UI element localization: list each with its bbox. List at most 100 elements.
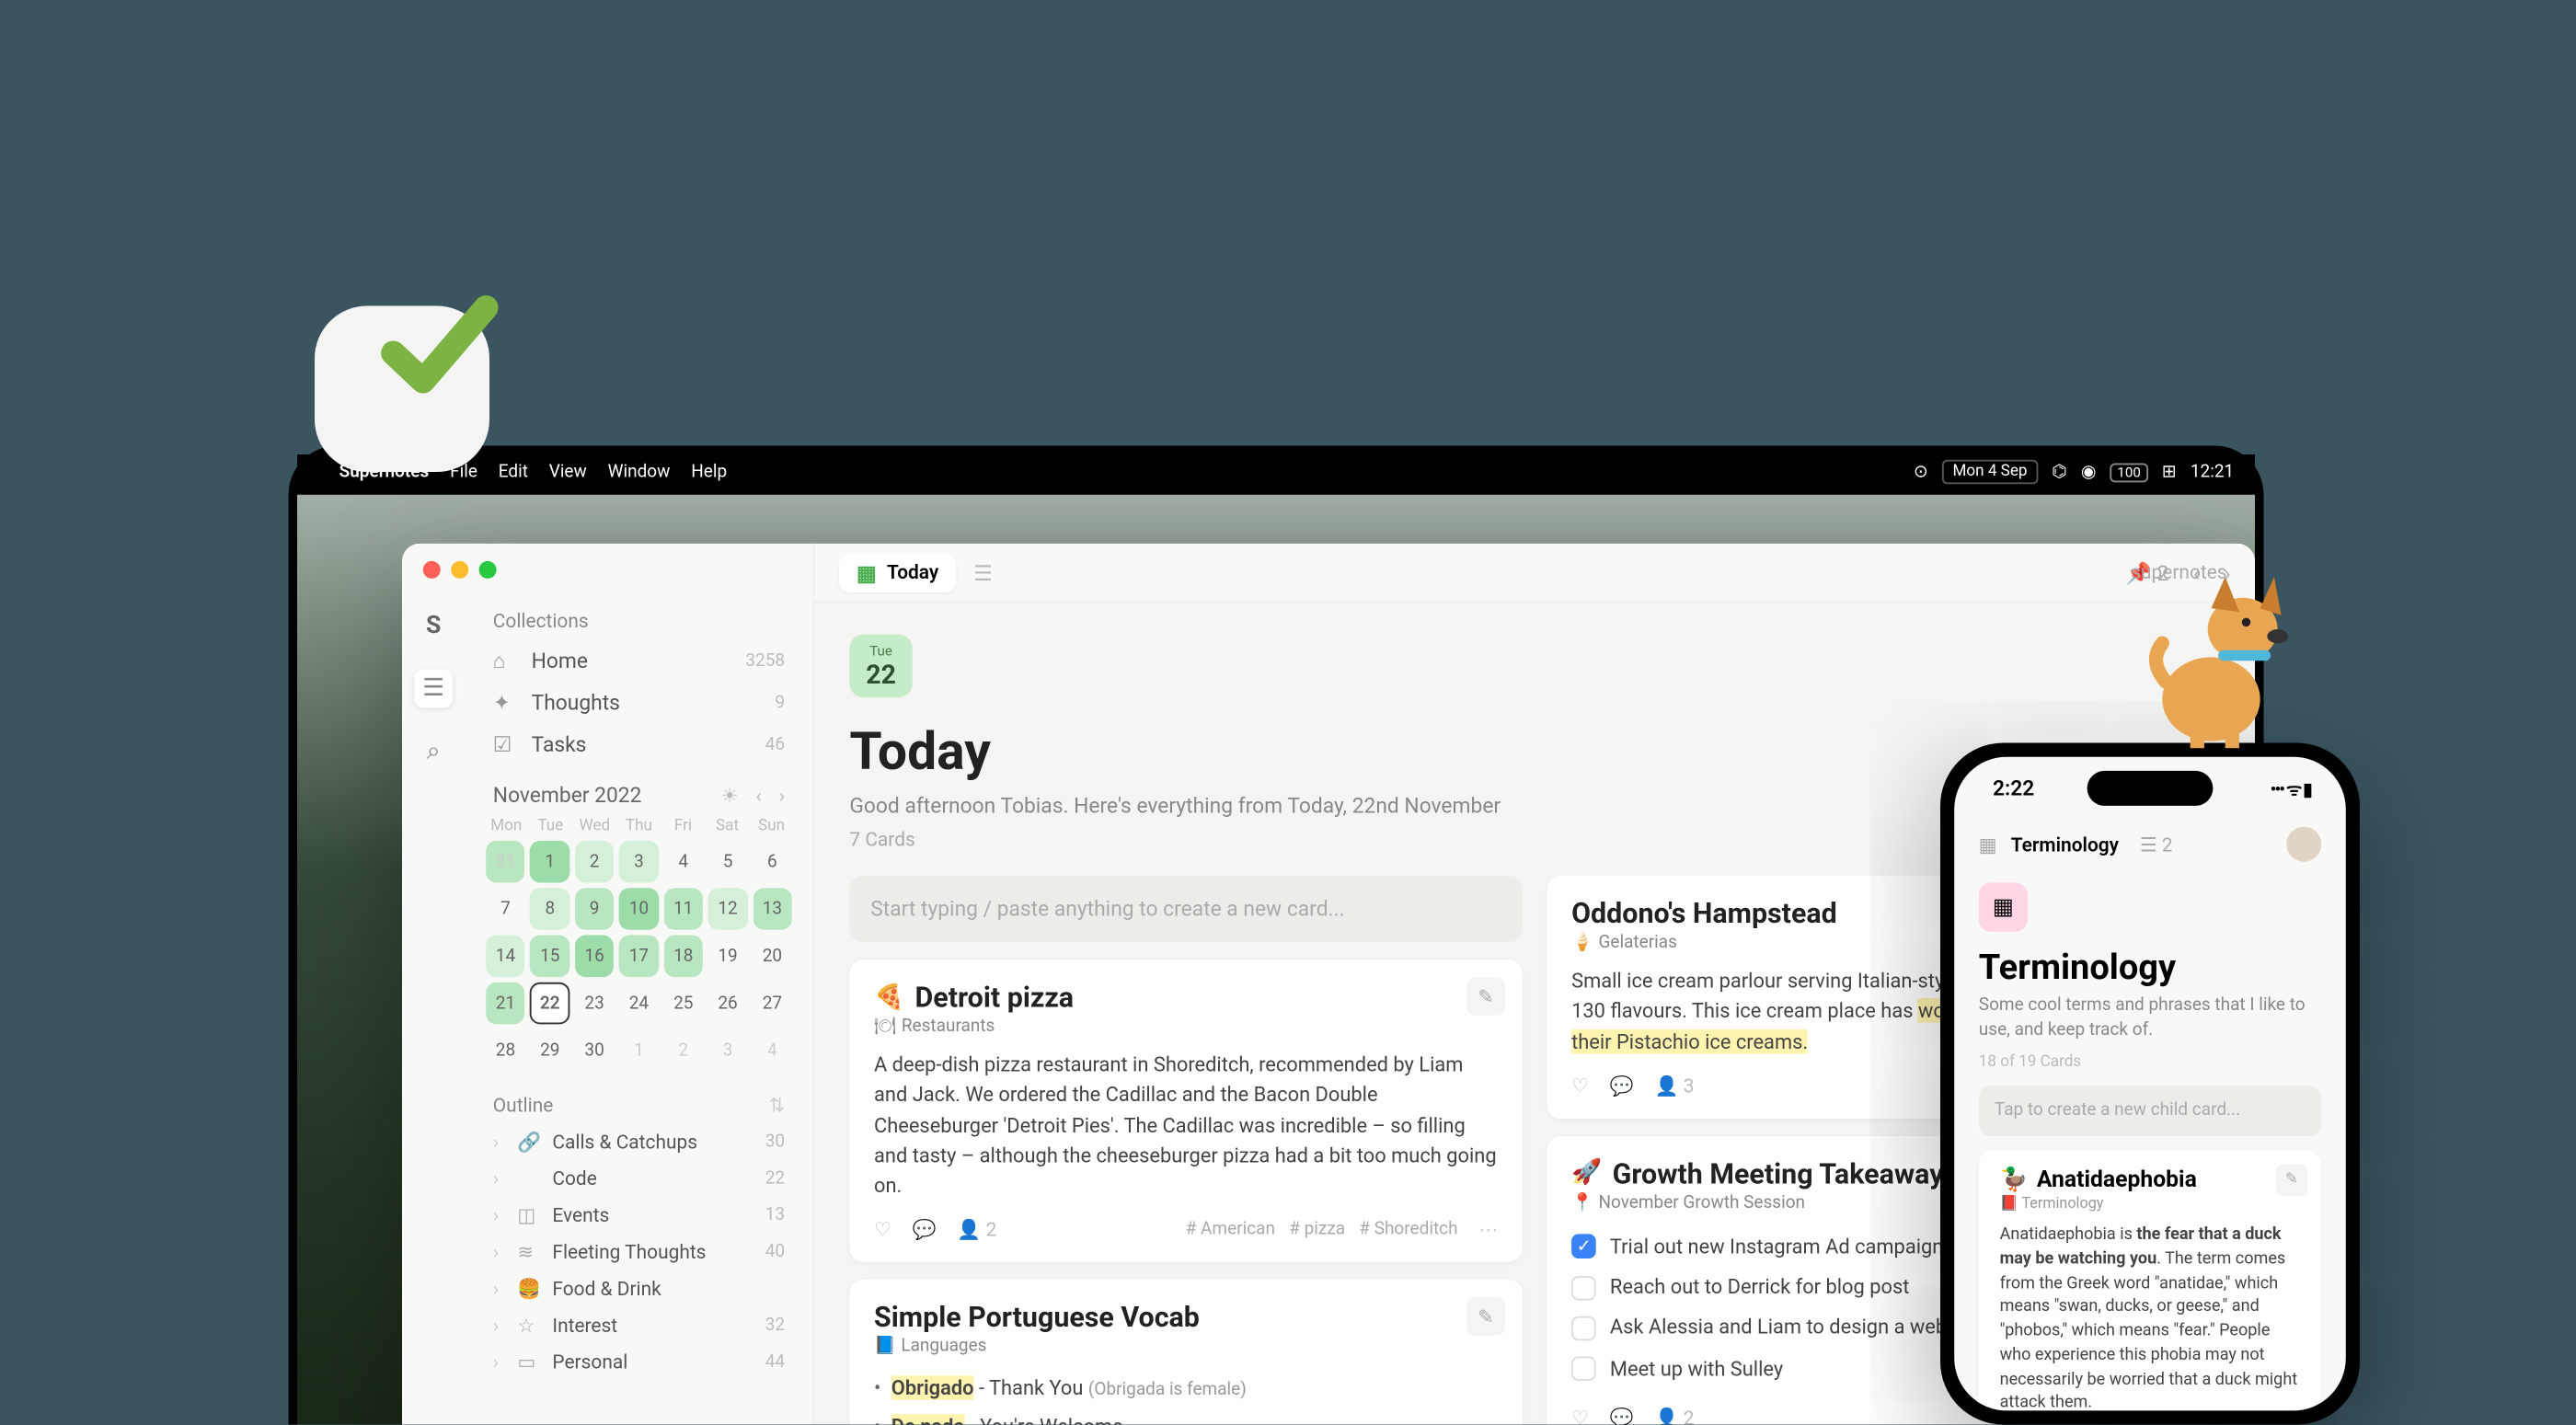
outline-sort-icon[interactable]: ⇅ [769, 1094, 786, 1117]
outline-item[interactable]: ›🍔Food & Drink [482, 1270, 795, 1307]
comment-icon[interactable]: 💬 [913, 1219, 937, 1242]
menubar-date[interactable]: Mon 4 Sep [1942, 460, 2038, 485]
filter-icon[interactable]: ☰ [973, 560, 992, 585]
more-icon[interactable]: ⋯ [1478, 1219, 1498, 1242]
breadcrumb-today[interactable]: ▦ Today [839, 553, 956, 592]
avatar[interactable] [2286, 827, 2321, 862]
members-icon[interactable]: 👤 3 [1654, 1074, 1694, 1097]
calendar-day[interactable]: 3 [708, 1029, 748, 1072]
rail-list-icon[interactable]: ☰ [414, 670, 453, 708]
menu-help[interactable]: Help [691, 463, 727, 482]
heart-icon[interactable]: ♡ [1571, 1074, 1589, 1097]
bluetooth-icon[interactable]: ⌬ [2052, 463, 2067, 482]
calendar-day[interactable]: 6 [753, 841, 792, 883]
calendar-day[interactable]: 23 [575, 983, 615, 1025]
edit-icon[interactable]: ✎ [1466, 977, 1505, 1016]
menubar-spotlight-icon[interactable]: ⊙ [1914, 463, 1928, 482]
phone-header-title[interactable]: Terminology [2011, 833, 2119, 856]
calendar-day[interactable]: 16 [575, 936, 615, 978]
sidebar-item-tasks[interactable]: ☑Tasks46 [482, 724, 795, 766]
calendar-day[interactable]: 12 [708, 888, 748, 930]
card-parent[interactable]: Gelaterias [1598, 934, 1676, 953]
menu-window[interactable]: Window [608, 463, 671, 482]
card-parent[interactable]: Restaurants [902, 1017, 995, 1037]
control-center-icon[interactable]: ⊞ [2162, 463, 2177, 482]
calendar-day[interactable]: 3 [619, 841, 659, 883]
card-detroit-pizza[interactable]: ✎ 🍕Detroit pizza 🍽Restaurants A deep-dis… [849, 960, 1523, 1262]
calendar-day[interactable]: 7 [486, 888, 525, 930]
calendar-day[interactable]: 20 [753, 936, 792, 978]
tag[interactable]: # Shoreditch [1359, 1221, 1457, 1240]
calendar-day[interactable]: 30 [575, 1029, 615, 1072]
calendar-day[interactable]: 1 [531, 841, 570, 883]
checkbox[interactable] [1571, 1357, 1596, 1382]
new-card-input[interactable]: Start typing / paste anything to create … [849, 876, 1523, 942]
rail-logo-icon[interactable]: S [414, 606, 453, 645]
card-parent[interactable]: November Growth Session [1598, 1193, 1805, 1212]
rail-search-icon[interactable]: ⌕ [414, 732, 453, 771]
checkbox[interactable] [1571, 1235, 1596, 1259]
calendar-day[interactable]: 4 [663, 841, 703, 883]
calendar-day[interactable]: 5 [708, 841, 748, 883]
outline-item[interactable]: ›▭Personal44 [482, 1344, 795, 1381]
card-portuguese-vocab[interactable]: ✎ Simple Portuguese Vocab 📘Languages •Ob… [849, 1280, 1523, 1424]
calendar-day[interactable]: 29 [531, 1029, 570, 1072]
checkbox[interactable] [1571, 1275, 1596, 1300]
calendar-day[interactable]: 13 [753, 888, 792, 930]
card-parent[interactable]: Languages [901, 1338, 986, 1357]
calendar-day[interactable]: 25 [663, 983, 703, 1025]
phone-card-anatidaephobia[interactable]: ✎ 🦆Anatidaephobia 📕 Terminology Anatidae… [1979, 1150, 2321, 1410]
filter-icon[interactable]: ☰ 2 [2140, 833, 2173, 856]
outline-item[interactable]: ›Code22 [482, 1161, 795, 1198]
outline-item[interactable]: ›☆Interest32 [482, 1307, 795, 1344]
back-icon[interactable]: ▦ [1979, 833, 1997, 856]
outline-item[interactable]: ›≋Fleeting Thoughts40 [482, 1234, 795, 1270]
wifi-icon[interactable]: ◉ [2081, 463, 2097, 482]
calendar-day[interactable]: 24 [619, 983, 659, 1025]
edit-icon[interactable]: ✎ [1466, 1297, 1505, 1336]
outline-item[interactable]: ›◫Events13 [482, 1198, 795, 1235]
heart-icon[interactable]: ♡ [1571, 1407, 1589, 1424]
calendar-day[interactable]: 28 [486, 1029, 525, 1072]
checkbox[interactable] [1571, 1316, 1596, 1340]
calendar-brightness-icon[interactable]: ☀ [721, 784, 739, 807]
calendar-day[interactable]: 26 [708, 983, 748, 1025]
calendar-day[interactable]: 17 [619, 936, 659, 978]
calendar-prev-icon[interactable]: ‹ [756, 784, 762, 807]
card-parent[interactable]: Terminology [2021, 1196, 2103, 1213]
outline-item[interactable]: ›🔗Calls & Catchups30 [482, 1124, 795, 1161]
phone-new-card-input[interactable]: Tap to create a new child card... [1979, 1086, 2321, 1136]
calendar-day[interactable]: 21 [486, 983, 525, 1025]
menu-edit[interactable]: Edit [499, 463, 528, 482]
calendar-grid[interactable]: 3112345678910111213141516171819202122232… [482, 835, 795, 1076]
calendar-day[interactable]: 4 [753, 1029, 792, 1072]
calendar-day[interactable]: 31 [486, 841, 525, 883]
menu-view[interactable]: View [549, 463, 587, 482]
calendar-day[interactable]: 19 [708, 936, 748, 978]
calendar-day[interactable]: 15 [531, 936, 570, 978]
battery-icon[interactable]: 100 [2110, 463, 2148, 482]
calendar-day[interactable]: 14 [486, 936, 525, 978]
members-icon[interactable]: 👤 2 [1654, 1407, 1694, 1424]
tag[interactable]: # pizza [1289, 1221, 1345, 1240]
calendar-next-icon[interactable]: › [779, 784, 785, 807]
calendar-day[interactable]: 27 [753, 983, 792, 1025]
calendar-day[interactable]: 10 [619, 888, 659, 930]
calendar-day[interactable]: 11 [663, 888, 703, 930]
window-controls[interactable] [423, 561, 497, 579]
edit-icon[interactable]: ✎ [2276, 1164, 2307, 1195]
calendar-day[interactable]: 8 [531, 888, 570, 930]
sidebar-item-home[interactable]: ⌂Home3258 [482, 639, 795, 682]
calendar-day[interactable]: 18 [663, 936, 703, 978]
members-icon[interactable]: 👤 2 [957, 1219, 996, 1242]
calendar-day[interactable]: 2 [575, 841, 615, 883]
tag[interactable]: # American [1186, 1221, 1275, 1240]
sidebar-item-thoughts[interactable]: ✦Thoughts9 [482, 682, 795, 724]
calendar-day[interactable]: 22 [531, 983, 570, 1025]
calendar-day[interactable]: 2 [663, 1029, 703, 1072]
heart-icon[interactable]: ♡ [874, 1219, 891, 1242]
calendar-day[interactable]: 1 [619, 1029, 659, 1072]
comment-icon[interactable]: 💬 [1610, 1407, 1634, 1424]
comment-icon[interactable]: 💬 [1610, 1074, 1634, 1097]
calendar-day[interactable]: 9 [575, 888, 615, 930]
